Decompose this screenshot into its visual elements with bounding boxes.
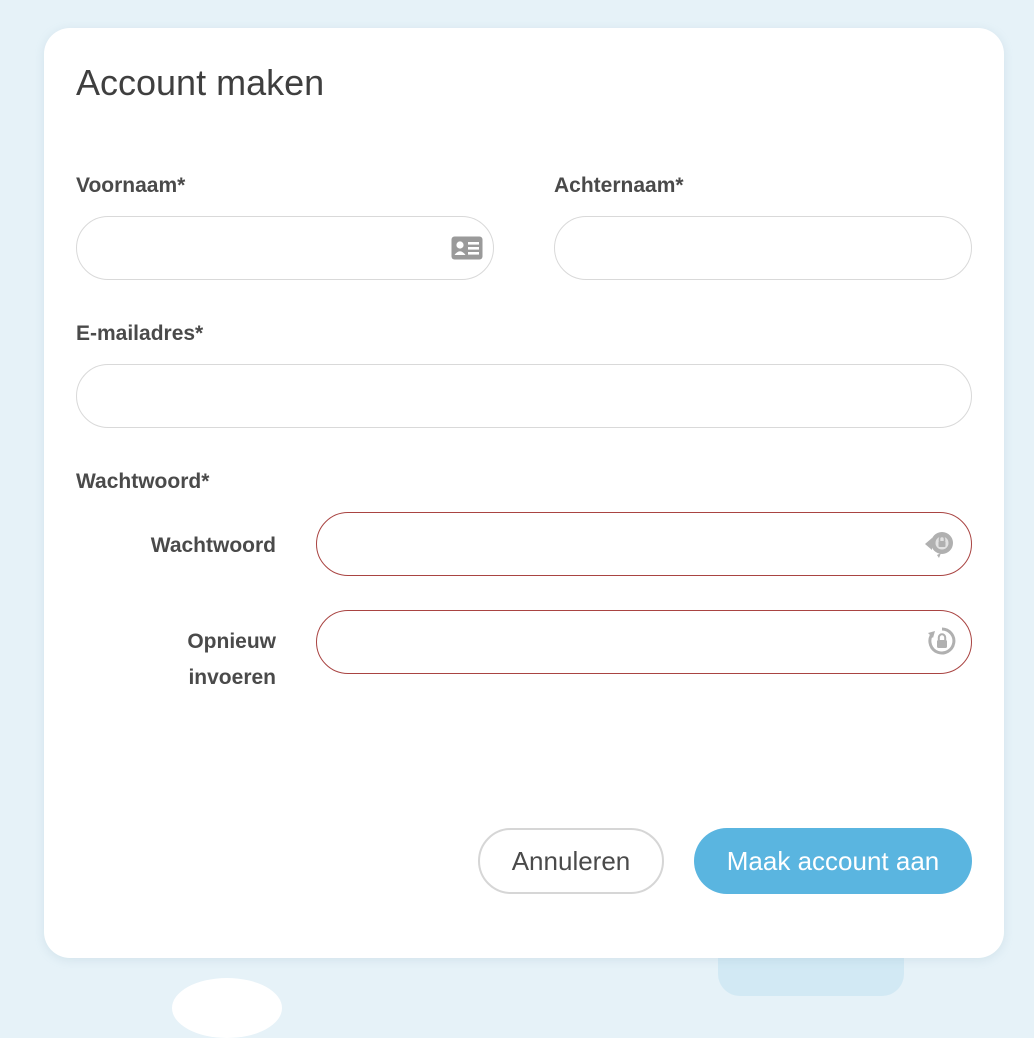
first-name-field [76,216,494,280]
last-name-field [554,216,972,280]
email-input[interactable] [77,365,971,427]
background-shape [172,978,282,1038]
password-repeat-input[interactable] [317,611,971,673]
password-repeat-field [316,610,972,674]
cancel-button[interactable]: Annuleren [478,828,664,894]
last-name-label: Achternaam* [554,174,684,197]
email-label: E-mailadres* [76,322,204,345]
password-field [316,512,972,576]
first-name-input[interactable] [77,217,493,279]
password-repeat-label-line1: Opnieuw [187,630,276,653]
email-field [76,364,972,428]
password-repeat-label: Opnieuw invoeren [104,624,276,696]
dialog-title: Account maken [76,62,325,103]
first-name-label: Voornaam* [76,174,186,197]
create-account-dialog: Account maken Voornaam* Achternaam* E-ma… [44,28,1004,958]
password-repeat-label-line2: invoeren [188,666,276,689]
password-group-label: Wachtwoord* [76,470,210,493]
password-lock-icon[interactable] [927,626,957,658]
last-name-input[interactable] [555,217,971,279]
password-manager-icon[interactable] [923,529,957,559]
contact-card-icon[interactable] [451,236,483,260]
create-account-button[interactable]: Maak account aan [694,828,972,894]
password-input[interactable] [317,513,971,575]
password-label: Wachtwoord [150,534,276,557]
